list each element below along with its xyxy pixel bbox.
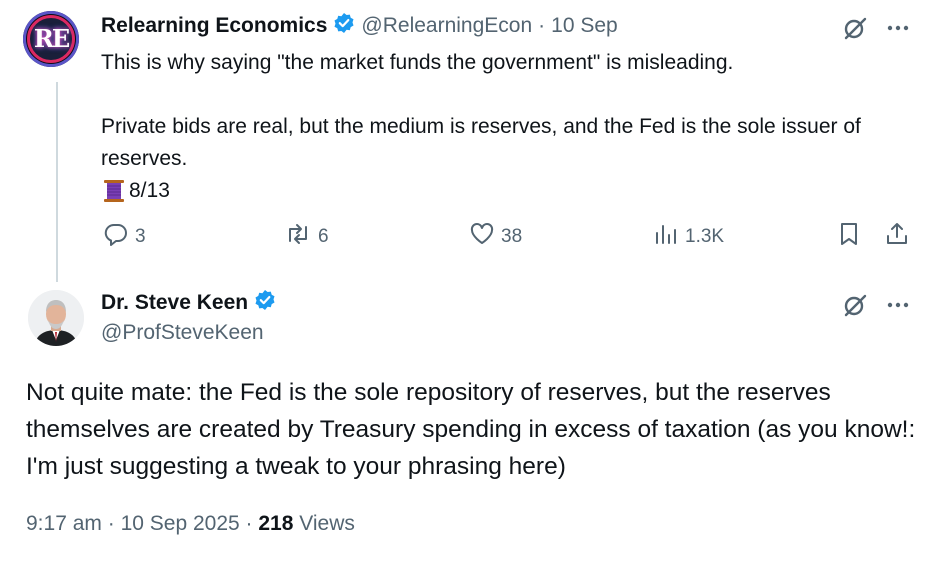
more-icon[interactable] xyxy=(884,14,912,42)
thread-counter-text: 8/13 xyxy=(129,179,170,202)
bookmark-button[interactable] xyxy=(836,222,862,252)
like-icon xyxy=(469,221,495,253)
tweet-date[interactable]: 10 Sep xyxy=(551,14,618,38)
dot-separator: · xyxy=(245,512,253,535)
author-handle[interactable]: @ProfSteveKeen xyxy=(101,321,264,345)
dot-separator: · xyxy=(538,13,546,37)
parent-tweet-text: This is why saying "the market funds the… xyxy=(101,47,901,207)
views-count: 1.3K xyxy=(685,226,725,247)
repost-icon xyxy=(284,221,312,253)
repost-count: 6 xyxy=(318,226,329,247)
views-button[interactable]: 1.3K xyxy=(653,222,724,252)
thread-spool-icon xyxy=(101,178,127,204)
author-handle[interactable]: @RelearningEcon xyxy=(361,14,532,38)
avatar-relearning-economics[interactable]: RE xyxy=(23,11,79,67)
avatar-logo-text: RE xyxy=(33,24,70,53)
bookmark-icon xyxy=(836,221,862,253)
share-icon xyxy=(884,221,910,253)
reply-button[interactable]: 3 xyxy=(103,222,146,252)
thread-counter: 8/13 xyxy=(101,175,901,207)
grok-icon[interactable] xyxy=(841,14,869,42)
tweet-meta: 9:17 am · 10 Sep 2025 · 218 Views xyxy=(26,512,355,536)
author-name[interactable]: Dr. Steve Keen xyxy=(101,291,248,315)
reply-icon xyxy=(103,221,129,253)
verified-badge-icon xyxy=(254,289,276,316)
parent-tweet-header: Relearning Economics @RelearningEcon · 1… xyxy=(101,12,618,39)
reply-tweet-header: Dr. Steve Keen xyxy=(101,289,276,316)
views-number: 218 xyxy=(258,512,294,535)
avatar-steve-keen[interactable] xyxy=(28,290,84,346)
tweet-text-line: This is why saying "the market funds the… xyxy=(101,51,734,74)
verified-badge-icon xyxy=(333,12,355,39)
more-icon[interactable] xyxy=(884,291,912,319)
reply-count: 3 xyxy=(135,226,146,247)
dot-separator: · xyxy=(107,512,115,535)
thread-line xyxy=(56,82,58,282)
tweet-time[interactable]: 9:17 am xyxy=(26,512,102,535)
tweet-full-date[interactable]: 10 Sep 2025 xyxy=(121,512,240,535)
author-name[interactable]: Relearning Economics xyxy=(101,14,327,38)
grok-icon[interactable] xyxy=(841,291,869,319)
like-button[interactable]: 38 xyxy=(469,222,522,252)
views-label: Views xyxy=(299,512,355,535)
views-icon xyxy=(653,221,679,253)
share-button[interactable] xyxy=(884,222,910,252)
tweet-text-paragraph: Private bids are real, but the medium is… xyxy=(101,115,861,170)
reply-tweet-text: Not quite mate: the Fed is the sole repo… xyxy=(26,379,916,480)
repost-button[interactable]: 6 xyxy=(284,222,329,252)
like-count: 38 xyxy=(501,226,523,247)
